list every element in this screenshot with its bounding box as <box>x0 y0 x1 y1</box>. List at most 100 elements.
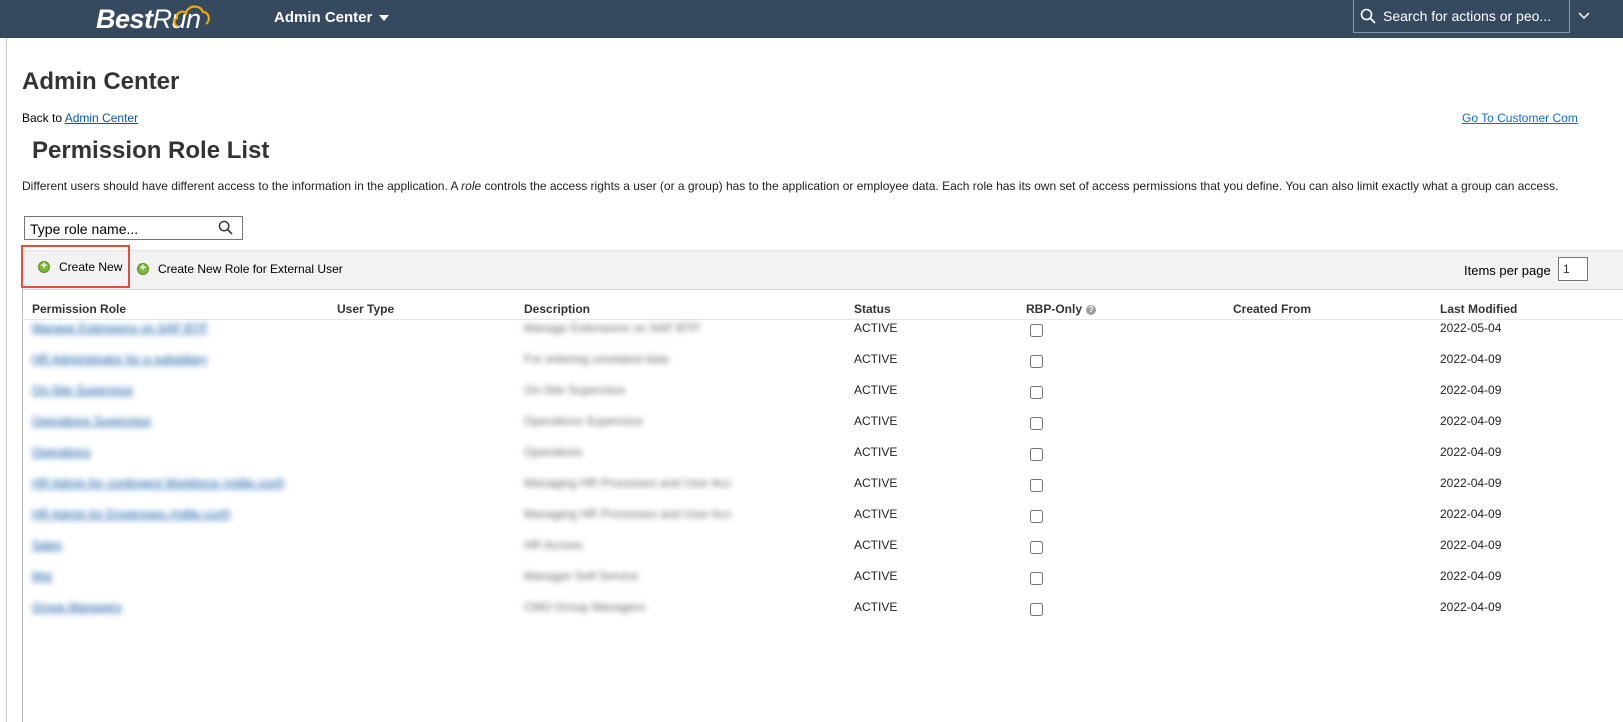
search-icon <box>1360 8 1376 24</box>
table-row: HR Admin for contingent Workforce (milli… <box>0 476 1623 507</box>
header-divider <box>22 319 1623 320</box>
role-status: ACTIVE <box>854 352 898 366</box>
rbp-only-checkbox[interactable] <box>1030 479 1043 492</box>
app-title-menu[interactable]: Admin Center <box>274 9 390 26</box>
table-row: Operations Supervisor Operations Supervis… <box>0 414 1623 445</box>
table-toolbar: + Create New + Create New Role for Exter… <box>21 245 1623 290</box>
role-search-input[interactable] <box>28 220 217 238</box>
app-title: Admin Center <box>274 9 373 26</box>
column-header-user-type[interactable]: User Type <box>337 302 394 316</box>
table-row: HR Admin for Employees (millip conf) Mana… <box>0 507 1623 538</box>
rbp-only-checkbox[interactable] <box>1030 448 1043 461</box>
items-per-page-select[interactable]: 1 <box>1558 257 1588 281</box>
permission-role-link[interactable]: HR Administrator for a subsidiary <box>32 352 207 366</box>
role-status: ACTIVE <box>854 507 898 521</box>
role-status: ACTIVE <box>854 383 898 397</box>
role-description: Managing HR Processes and User Acc <box>524 507 732 521</box>
role-description: On-Site Supervisor <box>524 383 626 397</box>
role-description: HR Access <box>524 538 583 552</box>
back-to-admin-center-link[interactable]: Admin Center <box>65 111 138 125</box>
table-row: Group Managers CMO Group Managers ACTIVE 20… <box>0 600 1623 631</box>
create-new-label: Create New <box>59 259 123 274</box>
role-description: Manager Self Service <box>524 569 639 583</box>
search-scope-dropdown[interactable] <box>1573 0 1623 33</box>
caret-down-icon <box>379 14 390 21</box>
create-new-button[interactable]: + Create New <box>21 245 130 288</box>
role-description: Managing HR Processes and User Acc <box>524 476 732 490</box>
breadcrumb: Back to Admin Center <box>22 111 138 125</box>
intro-text: Different users should have different ac… <box>22 179 1558 193</box>
permission-role-link[interactable]: HR Admin for contingent Workforce (milli… <box>32 476 285 490</box>
role-last-modified: 2022-04-09 <box>1440 383 1502 397</box>
permission-role-link[interactable]: HR Admin for Employees (millip conf) <box>32 507 231 521</box>
table-row: Mgr Manager Self Service ACTIVE 2022-04-09 <box>0 569 1623 600</box>
rbp-only-checkbox[interactable] <box>1030 572 1043 585</box>
table-row: On-Site Supervisor On-Site Supervisor ACTI… <box>0 383 1623 414</box>
role-status: ACTIVE <box>854 445 898 459</box>
role-last-modified: 2022-04-09 <box>1440 414 1502 428</box>
table-row: Manage Extensions on SAP BTP Manage Exten… <box>0 321 1623 352</box>
role-description: Operations Supervisor <box>524 414 644 428</box>
global-search-input[interactable] <box>1381 7 1565 25</box>
add-circle-icon: + <box>38 260 50 273</box>
permission-role-link[interactable]: Group Managers <box>32 600 122 614</box>
permission-role-link[interactable]: On-Site Supervisor <box>32 383 133 397</box>
permission-role-link[interactable]: Sales <box>32 538 62 552</box>
shell-bar: BestRun Admin Center <box>0 0 1623 38</box>
role-last-modified: 2022-05-04 <box>1440 321 1502 335</box>
help-icon[interactable]: ? <box>1086 304 1097 315</box>
role-last-modified: 2022-04-09 <box>1440 600 1502 614</box>
role-last-modified: 2022-04-09 <box>1440 507 1502 521</box>
rbp-only-checkbox[interactable] <box>1030 386 1043 399</box>
intro-text-part2: controls the access rights a user (or a … <box>481 179 1559 193</box>
role-status: ACTIVE <box>854 600 898 614</box>
role-last-modified: 2022-04-09 <box>1440 476 1502 490</box>
logo-text-best: Best <box>96 4 153 34</box>
create-new-external-label: Create New Role for External User <box>158 262 343 276</box>
role-status: ACTIVE <box>854 569 898 583</box>
rbp-only-checkbox[interactable] <box>1030 603 1043 616</box>
role-last-modified: 2022-04-09 <box>1440 445 1502 459</box>
back-prefix: Back to <box>22 111 63 125</box>
cloud-icon <box>173 5 210 28</box>
role-description: For entering unrelated data <box>524 352 669 366</box>
rbp-only-checkbox[interactable] <box>1030 324 1043 337</box>
global-search[interactable] <box>1353 0 1570 33</box>
column-header-description[interactable]: Description <box>524 302 590 316</box>
items-per-page-label: Items per page <box>1464 263 1551 278</box>
customer-community-link[interactable]: Go To Customer Com <box>1462 111 1578 125</box>
role-last-modified: 2022-04-09 <box>1440 352 1502 366</box>
role-status: ACTIVE <box>854 321 898 335</box>
intro-text-part1: Different users should have different ac… <box>22 179 462 193</box>
column-header-created-from[interactable]: Created From <box>1233 302 1311 316</box>
column-header-last-modified[interactable]: Last Modified <box>1440 302 1517 316</box>
search-icon[interactable] <box>218 220 233 235</box>
column-header-rbp-only[interactable]: RBP-Only? <box>1026 302 1097 316</box>
intro-text-italic: role <box>461 179 482 193</box>
role-description: CMO Group Managers <box>524 600 646 614</box>
rbp-only-checkbox[interactable] <box>1030 355 1043 368</box>
rbp-only-header-label: RBP-Only <box>1026 302 1083 316</box>
permission-role-link[interactable]: Mgr <box>32 569 53 583</box>
permission-role-link[interactable]: Operations <box>32 445 91 459</box>
create-new-external-role-button[interactable]: + Create New Role for External User <box>137 251 343 287</box>
role-last-modified: 2022-04-09 <box>1440 538 1502 552</box>
rbp-only-checkbox[interactable] <box>1030 510 1043 523</box>
role-status: ACTIVE <box>854 538 898 552</box>
role-status: ACTIVE <box>854 476 898 490</box>
column-header-status[interactable]: Status <box>854 302 891 316</box>
table-row: HR Administrator for a subsidiary For ent… <box>0 352 1623 383</box>
role-status: ACTIVE <box>854 414 898 428</box>
permission-role-link[interactable]: Manage Extensions on SAP BTP <box>32 321 208 335</box>
permission-role-link[interactable]: Operations Supervisor <box>32 414 151 428</box>
table-row: Operations Operations ACTIVE 2022-04-09 <box>0 445 1623 476</box>
role-description: Manage Extensions on SAP BTP <box>524 321 700 335</box>
role-search-box[interactable] <box>24 216 243 240</box>
page-title: Admin Center <box>22 68 180 95</box>
table-row: Sales HR Access ACTIVE 2022-04-09 <box>0 538 1623 569</box>
chevron-down-icon <box>1578 12 1590 20</box>
rbp-only-checkbox[interactable] <box>1030 541 1043 554</box>
column-header-permission-role[interactable]: Permission Role <box>32 302 126 316</box>
rbp-only-checkbox[interactable] <box>1030 417 1043 430</box>
bestrun-logo[interactable]: BestRun <box>96 4 210 34</box>
